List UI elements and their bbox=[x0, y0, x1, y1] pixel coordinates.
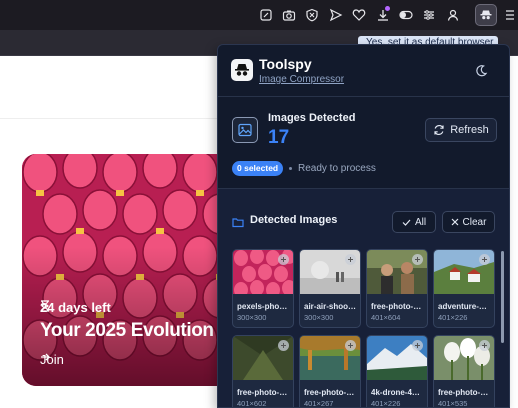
image-card[interactable]: pexels-pho… 300×300 bbox=[232, 249, 294, 328]
detected-images-section: Detected Images All Clear pexels-pho… 30… bbox=[218, 189, 509, 408]
image-card[interactable]: 4k-drone-4… 401×226 bbox=[366, 335, 428, 408]
promo-title: Your 2025 Evolution bbox=[40, 320, 214, 341]
image-icon bbox=[232, 117, 258, 143]
arrow-right-icon bbox=[41, 353, 50, 361]
user-icon[interactable] bbox=[446, 8, 460, 22]
clear-selection-button[interactable]: Clear bbox=[442, 211, 495, 233]
image-card[interactable]: adventure-… 401×226 bbox=[433, 249, 495, 328]
select-all-button[interactable]: All bbox=[392, 211, 436, 233]
folder-icon bbox=[232, 218, 244, 228]
close-icon bbox=[451, 218, 458, 226]
images-detected-label: Images Detected bbox=[268, 112, 356, 124]
hourglass-icon bbox=[41, 300, 49, 312]
image-card[interactable]: free-photo-… 401×602 bbox=[232, 335, 294, 408]
camera-icon[interactable] bbox=[282, 8, 296, 22]
detection-summary: Images Detected 17 Refresh 0 selected Re… bbox=[218, 97, 509, 189]
join-link[interactable]: Join bbox=[40, 352, 64, 367]
app-menu-icon[interactable] bbox=[505, 8, 515, 22]
browser-toolbar bbox=[0, 0, 518, 30]
moon-icon[interactable] bbox=[474, 64, 488, 78]
image-name: 4k-drone-4… bbox=[371, 388, 420, 397]
image-dimensions: 300×300 bbox=[237, 313, 267, 322]
image-name: pexels-pho… bbox=[237, 302, 288, 311]
refresh-label: Refresh bbox=[450, 124, 489, 136]
image-name: free-photo-… bbox=[237, 388, 288, 397]
image-dimensions: 401×602 bbox=[237, 399, 267, 408]
toolspy-popup: Toolspy Image Compressor Images Detected… bbox=[217, 44, 510, 408]
image-dimensions: 401×535 bbox=[438, 399, 468, 408]
toolspy-extension-button[interactable] bbox=[475, 4, 497, 26]
image-card[interactable]: free-photo-… 401×604 bbox=[366, 249, 428, 328]
download-badge bbox=[385, 6, 390, 11]
refresh-button[interactable]: Refresh bbox=[425, 118, 497, 142]
image-dimensions: 401×604 bbox=[371, 313, 401, 322]
sliders-icon[interactable] bbox=[422, 8, 436, 22]
image-card[interactable]: free-photo-… 401×535 bbox=[433, 335, 495, 408]
select-checkbox[interactable] bbox=[412, 340, 423, 351]
image-name: adventure-… bbox=[438, 302, 487, 311]
separator-dot bbox=[289, 167, 292, 170]
spy-icon bbox=[235, 64, 249, 76]
select-checkbox[interactable] bbox=[345, 340, 356, 351]
image-card[interactable]: air-air-shoo… 300×300 bbox=[299, 249, 361, 328]
toggle-icon[interactable] bbox=[399, 8, 413, 22]
image-name: free-photo-… bbox=[371, 302, 422, 311]
countdown: 24 days left bbox=[40, 300, 111, 315]
page-divider bbox=[0, 118, 218, 119]
select-checkbox[interactable] bbox=[479, 340, 490, 351]
images-detected-count: 17 bbox=[268, 127, 290, 148]
check-icon bbox=[402, 219, 411, 226]
app-title: Toolspy bbox=[259, 56, 312, 72]
image-name: air-air-shoo… bbox=[304, 302, 357, 311]
image-name: free-photo-… bbox=[304, 388, 355, 397]
refresh-icon bbox=[434, 124, 444, 136]
image-name: free-photo-… bbox=[438, 388, 489, 397]
status-text: Ready to process bbox=[298, 163, 376, 174]
detected-images-title: Detected Images bbox=[250, 214, 338, 226]
select-checkbox[interactable] bbox=[412, 254, 423, 265]
scrollbar-thumb[interactable] bbox=[501, 251, 504, 343]
app-subtitle-link[interactable]: Image Compressor bbox=[259, 74, 344, 85]
toolspy-logo bbox=[231, 59, 253, 81]
select-checkbox[interactable] bbox=[345, 254, 356, 265]
select-all-label: All bbox=[414, 216, 427, 228]
image-dimensions: 401×226 bbox=[438, 313, 468, 322]
select-checkbox[interactable] bbox=[278, 340, 289, 351]
spy-icon bbox=[480, 10, 492, 20]
selected-count-badge: 0 selected bbox=[232, 161, 284, 176]
edit-icon[interactable] bbox=[259, 8, 273, 22]
heart-icon[interactable] bbox=[352, 8, 366, 22]
popup-header: Toolspy Image Compressor bbox=[218, 45, 509, 97]
select-checkbox[interactable] bbox=[479, 254, 490, 265]
days-left-text: 24 days left bbox=[40, 300, 111, 315]
image-dimensions: 300×300 bbox=[304, 313, 334, 322]
image-dimensions: 401×267 bbox=[304, 399, 334, 408]
select-checkbox[interactable] bbox=[278, 254, 289, 265]
image-dimensions: 401×226 bbox=[371, 399, 401, 408]
send-icon[interactable] bbox=[329, 8, 343, 22]
shield-icon[interactable] bbox=[305, 8, 319, 22]
image-card[interactable]: free-photo-… 401×267 bbox=[299, 335, 361, 408]
clear-label: Clear bbox=[462, 216, 487, 228]
